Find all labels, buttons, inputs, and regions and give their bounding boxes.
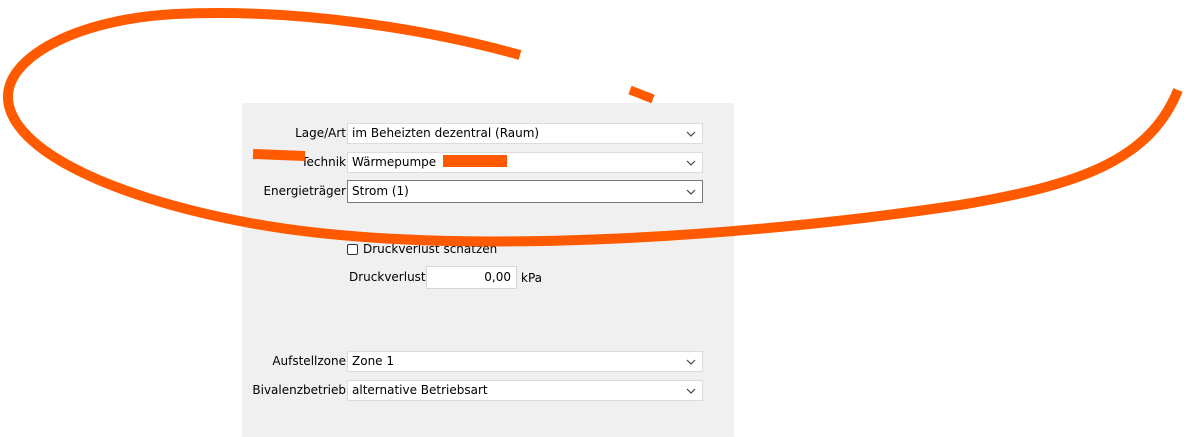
- chevron-down-icon: [684, 352, 698, 371]
- lage-art-dropdown[interactable]: im Beheizten dezentral (Raum): [347, 123, 703, 144]
- druckverlust-schaetzen-label[interactable]: Druckverlust schätzen: [363, 241, 497, 257]
- technik-label: Technik: [301, 155, 346, 169]
- druckverlust-unit: kPa: [521, 271, 542, 285]
- druckverlust-label: Druckverlust: [349, 270, 426, 284]
- energietraeger-value: Strom (1): [352, 184, 409, 198]
- aufstellzone-value: Zone 1: [352, 354, 394, 368]
- annotation-mark: [628, 85, 655, 104]
- chevron-down-icon: [684, 181, 698, 202]
- technik-value: Wärmepumpe: [352, 155, 437, 169]
- chevron-down-icon: [684, 381, 698, 400]
- druckverlust-input[interactable]: 0,00: [426, 266, 517, 289]
- bivalenzbetrieb-value: alternative Betriebsart: [352, 383, 488, 397]
- lage-art-value: im Beheizten dezentral (Raum): [352, 126, 540, 140]
- bivalenzbetrieb-label: Bivalenzbetrieb: [252, 383, 346, 397]
- technik-dropdown[interactable]: Wärmepumpe: [347, 152, 703, 173]
- chevron-down-icon: [684, 153, 698, 172]
- lage-art-label: Lage/Art: [295, 126, 346, 140]
- druckverlust-schaetzen-checkbox[interactable]: [347, 244, 358, 255]
- aufstellzone-dropdown[interactable]: Zone 1: [347, 351, 703, 372]
- bivalenzbetrieb-dropdown[interactable]: alternative Betriebsart: [347, 380, 703, 401]
- chevron-down-icon: [684, 124, 698, 143]
- aufstellzone-label: Aufstellzone: [272, 354, 346, 368]
- energietraeger-dropdown[interactable]: Strom (1): [347, 180, 703, 203]
- energietraeger-label: Energieträger: [263, 184, 346, 198]
